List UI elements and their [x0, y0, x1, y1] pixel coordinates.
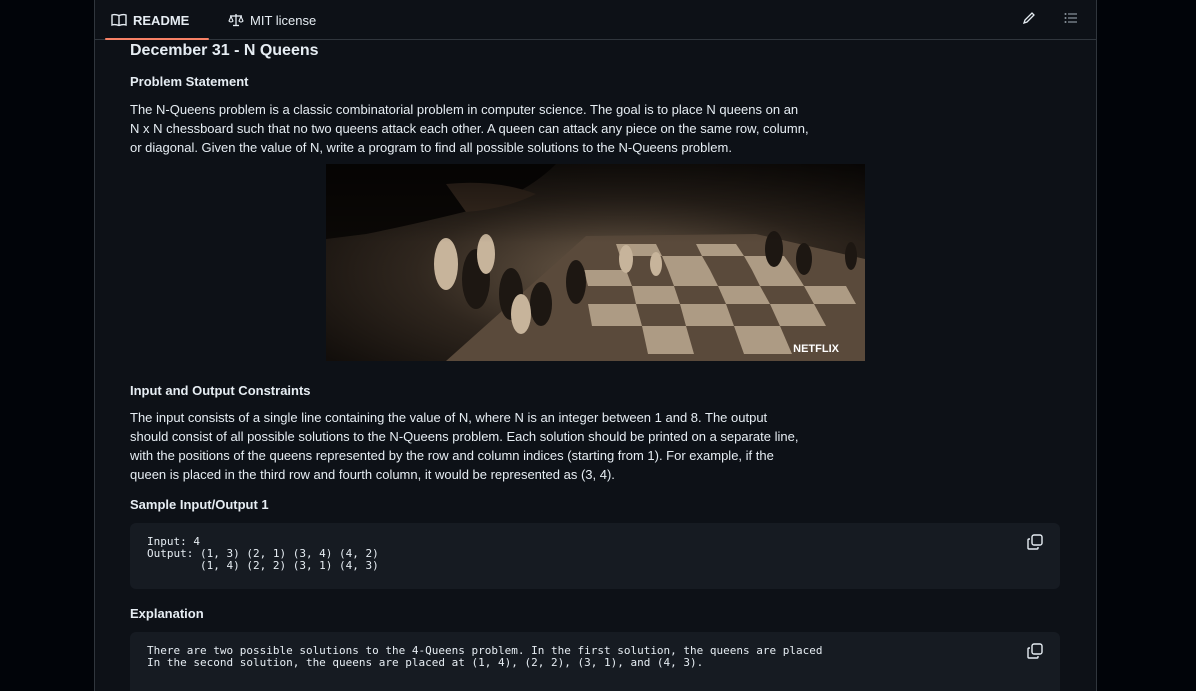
explanation-code: There are two possible solutions to the …: [147, 644, 823, 669]
problem-statement-text: The N-Queens problem is a classic combin…: [130, 100, 1062, 157]
heading-sample-input-output: Sample Input/Output 1: [130, 497, 269, 512]
copy-icon: [1026, 643, 1044, 664]
problem-line: or diagonal. Given the value of N, write…: [130, 140, 732, 155]
constraints-text: The input consists of a single line cont…: [130, 408, 1062, 484]
heading-input-output-constraints: Input and Output Constraints: [130, 383, 311, 398]
sample-code: Input: 4 Output: (1, 3) (2, 1) (3, 4) (4…: [147, 535, 379, 572]
heading-explanation: Explanation: [130, 606, 204, 621]
outline-button[interactable]: [1060, 9, 1082, 31]
constraints-line: The input consists of a single line cont…: [130, 410, 768, 425]
page: README MIT license December 31 - N Queen…: [0, 0, 1196, 691]
sample-code-block[interactable]: Input: 4 Output: (1, 3) (2, 1) (3, 4) (4…: [130, 523, 1060, 589]
heading-problem-statement: Problem Statement: [130, 74, 249, 89]
pencil-icon: [1022, 11, 1036, 30]
law-icon: [228, 13, 244, 27]
tab-readme[interactable]: README: [111, 0, 189, 40]
tab-mit-license[interactable]: MIT license: [228, 0, 316, 40]
document-title: December 31 - N Queens: [130, 42, 319, 59]
readme-tools: [1018, 0, 1082, 40]
list-icon: [1064, 11, 1078, 29]
active-tab-indicator: [105, 38, 209, 40]
edit-button[interactable]: [1018, 9, 1040, 31]
copy-button[interactable]: [1026, 533, 1044, 551]
readme-tabbar: README MIT license: [95, 0, 1096, 40]
book-icon: [111, 13, 127, 27]
copy-icon: [1026, 534, 1044, 555]
constraints-line: should consist of all possible solutions…: [130, 429, 799, 444]
readme-panel: README MIT license December 31 - N Queen…: [94, 0, 1097, 691]
tab-readme-label: README: [133, 12, 190, 28]
copy-button[interactable]: [1026, 642, 1044, 660]
constraints-line: queen is placed in the third row and fou…: [130, 467, 615, 482]
problem-line: The N-Queens problem is a classic combin…: [130, 102, 799, 117]
netflix-watermark: NETFLIX: [793, 343, 839, 355]
constraints-line: with the positions of the queens represe…: [130, 448, 774, 463]
problem-line: N x N chessboard such that no two queens…: [130, 121, 809, 136]
tab-license-label: MIT license: [250, 12, 317, 28]
chessboard-image: NETFLIX: [326, 164, 865, 361]
explanation-code-block[interactable]: There are two possible solutions to the …: [130, 632, 1060, 691]
